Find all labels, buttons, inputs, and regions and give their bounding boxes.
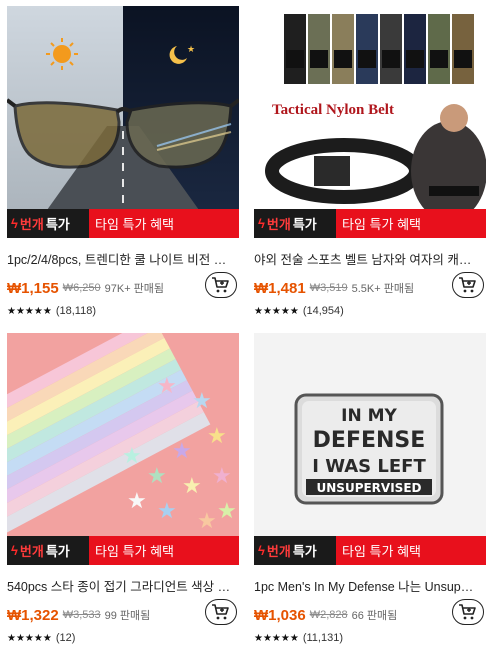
svg-text:★: ★ <box>127 489 147 514</box>
product-card[interactable]: IN MY DEFENSE I WAS LEFT UNSUPERVISED ϟ … <box>254 333 486 644</box>
lightning-icon: ϟ <box>258 543 265 558</box>
flash-deal-tag: ϟ 번개 특가 <box>254 209 336 238</box>
add-to-cart-button[interactable] <box>205 272 237 298</box>
svg-text:★: ★ <box>197 509 217 534</box>
sold-count: 97K+ 판매됨 <box>104 283 165 295</box>
svg-text:★: ★ <box>192 389 212 414</box>
time-deal-label: 타임 특가 혜택 <box>89 209 239 238</box>
svg-text:★: ★ <box>157 499 177 524</box>
rating-stars: ★★★★★ <box>7 305 52 317</box>
promo-banner: ϟ 번개 특가 타임 특가 혜택 <box>254 536 486 565</box>
lightning-icon: ϟ <box>258 216 265 231</box>
sold-count: 99 판매됨 <box>104 610 151 622</box>
product-grid: ★ ϟ 번개 특가 타임 특가 혜택 1pc/2/4/8pcs, 트렌디한 쿨 … <box>0 0 492 646</box>
review-count: (12) <box>55 632 76 644</box>
product-image-star-paper[interactable]: ★ ★ ★ ★ ★ ★ ★ ★ ★ ★ ★ ★ ϟ 번개 특가 타임 특가 혜택 <box>7 333 239 565</box>
product-title[interactable]: 1pc Men's In My Defense 나는 Unsupervised … <box>254 579 480 595</box>
product-image-belt[interactable]: Tactical Nylon Belt ϟ 번개 특가 타임 특가 혜택 <box>254 6 486 238</box>
review-count: (11,131) <box>302 632 343 644</box>
pin-line-2: DEFENSE <box>313 428 426 453</box>
product-price: ₩1,481 <box>254 279 306 297</box>
product-title[interactable]: 1pc/2/4/8pcs, 트렌디한 쿨 나이트 비전 안경 <box>7 252 233 268</box>
rating-stars: ★★★★★ <box>7 632 52 644</box>
review-count: (14,954) <box>302 305 344 317</box>
promo-banner: ϟ 번개 특가 타임 특가 혜택 <box>254 209 486 238</box>
pin-line-1: IN MY <box>341 406 397 426</box>
product-title[interactable]: 540pcs 스타 종이 접기 그라디언트 색상 종이 <box>7 579 233 595</box>
add-to-cart-button[interactable] <box>205 599 237 625</box>
svg-text:★: ★ <box>217 499 237 524</box>
lightning-icon: ϟ <box>11 543 18 558</box>
cart-plus-icon <box>459 277 476 293</box>
time-deal-label: 타임 특가 혜택 <box>336 536 486 565</box>
flash-deal-tag: ϟ 번개 특가 <box>7 209 89 238</box>
pin-line-4: UNSUPERVISED <box>317 481 422 495</box>
sold-count: 5.5K+ 판매됨 <box>351 283 415 295</box>
flash-deal-word-a: 번개 <box>266 217 291 232</box>
original-price: ₩6,250 <box>62 282 101 294</box>
flash-deal-word-b: 특가 <box>45 217 70 232</box>
pin-line-3: I WAS LEFT <box>312 456 426 477</box>
time-deal-label: 타임 특가 혜택 <box>336 209 486 238</box>
original-price: ₩3,533 <box>62 609 101 621</box>
product-image-glasses[interactable]: ★ ϟ 번개 특가 타임 특가 혜택 <box>7 6 239 238</box>
svg-text:★: ★ <box>122 444 142 469</box>
flash-deal-word-b: 특가 <box>292 544 317 559</box>
svg-text:★: ★ <box>187 45 195 55</box>
flash-deal-word-a: 번개 <box>19 544 44 559</box>
product-price: ₩1,322 <box>7 606 59 624</box>
rating-stars: ★★★★★ <box>254 305 299 317</box>
cart-plus-icon <box>212 604 229 620</box>
flash-deal-word-a: 번개 <box>19 217 44 232</box>
add-to-cart-button[interactable] <box>452 272 484 298</box>
product-image-pin[interactable]: IN MY DEFENSE I WAS LEFT UNSUPERVISED ϟ … <box>254 333 486 565</box>
svg-text:★: ★ <box>182 474 202 499</box>
rating-stars: ★★★★★ <box>254 632 299 644</box>
original-price: ₩2,828 <box>309 609 348 621</box>
svg-text:★: ★ <box>172 439 192 464</box>
product-price: ₩1,155 <box>7 279 59 297</box>
promo-banner: ϟ 번개 특가 타임 특가 혜택 <box>7 536 239 565</box>
belt-image-caption: Tactical Nylon Belt <box>272 102 394 118</box>
product-card[interactable]: Tactical Nylon Belt ϟ 번개 특가 타임 특가 혜택 야외 … <box>254 6 486 317</box>
time-deal-label: 타임 특가 혜택 <box>89 536 239 565</box>
product-title[interactable]: 야외 전술 스포츠 벨트 남자와 여자의 캐주얼 <box>254 252 480 268</box>
product-card[interactable]: ★ ★ ★ ★ ★ ★ ★ ★ ★ ★ ★ ★ ϟ 번개 특가 타임 특가 혜택… <box>7 333 239 644</box>
svg-text:★: ★ <box>212 464 232 489</box>
flash-deal-tag: ϟ 번개 특가 <box>254 536 336 565</box>
lightning-icon: ϟ <box>11 216 18 231</box>
promo-banner: ϟ 번개 특가 타임 특가 혜택 <box>7 209 239 238</box>
cart-plus-icon <box>212 277 229 293</box>
flash-deal-word-b: 특가 <box>292 217 317 232</box>
review-count: (18,118) <box>55 305 96 317</box>
flash-deal-word-a: 번개 <box>266 544 291 559</box>
original-price: ₩3,519 <box>309 282 348 294</box>
sold-count: 66 판매됨 <box>351 610 398 622</box>
cart-plus-icon <box>459 604 476 620</box>
flash-deal-tag: ϟ 번개 특가 <box>7 536 89 565</box>
flash-deal-word-b: 특가 <box>45 544 70 559</box>
svg-text:★: ★ <box>157 374 177 399</box>
svg-text:★: ★ <box>147 464 167 489</box>
product-price: ₩1,036 <box>254 606 306 624</box>
svg-text:★: ★ <box>207 424 227 449</box>
product-card[interactable]: ★ ϟ 번개 특가 타임 특가 혜택 1pc/2/4/8pcs, 트렌디한 쿨 … <box>7 6 239 317</box>
add-to-cart-button[interactable] <box>452 599 484 625</box>
